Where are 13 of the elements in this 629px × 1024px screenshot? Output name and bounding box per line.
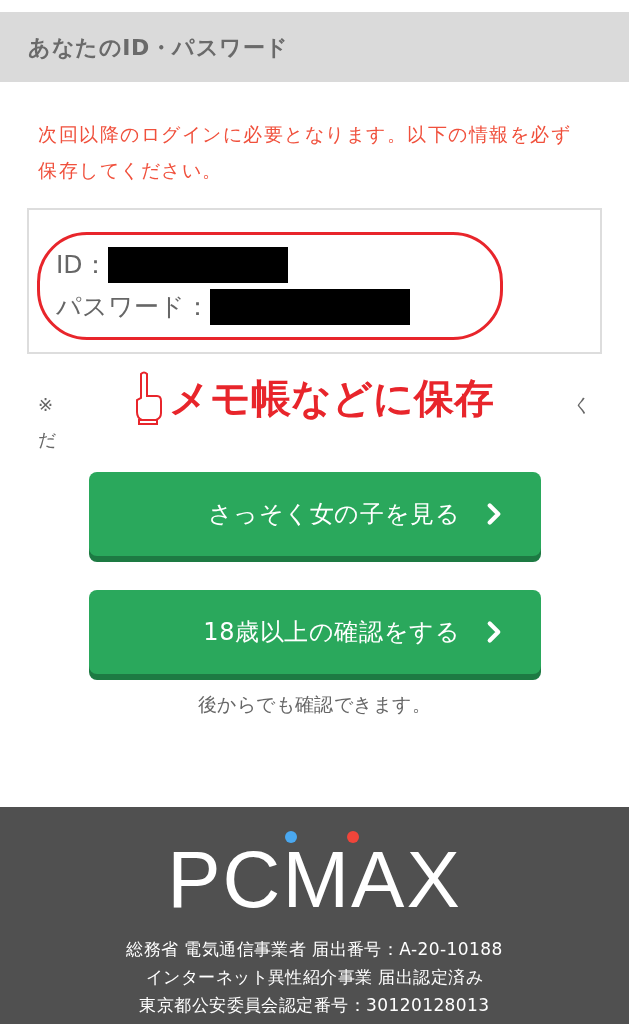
logo-text: PCMAX (167, 837, 462, 923)
section-title: あなたのID・パスワード (28, 33, 290, 62)
footer-text: 総務省 電気通信事業者 届出番号：A-20-10188 (126, 938, 503, 961)
note-text: く (573, 393, 591, 417)
callout-text: メモ帳などに保存 (168, 374, 494, 423)
footer-text: 東京都公安委員会認定番号：30120128013 (139, 994, 490, 1017)
credential-label: ID： (56, 249, 108, 281)
footer-text: インターネット異性紹介事業 届出認定済み (146, 966, 483, 989)
note-text: だ (38, 428, 56, 452)
notice-text: 次回以降のログインに必要となります。以下の情報を必ず保存してください。 (38, 122, 573, 183)
credential-label: パスワード： (56, 291, 210, 323)
caption-text: 後からでも確認できます。 (197, 692, 432, 717)
note-text: ※ (38, 393, 54, 417)
